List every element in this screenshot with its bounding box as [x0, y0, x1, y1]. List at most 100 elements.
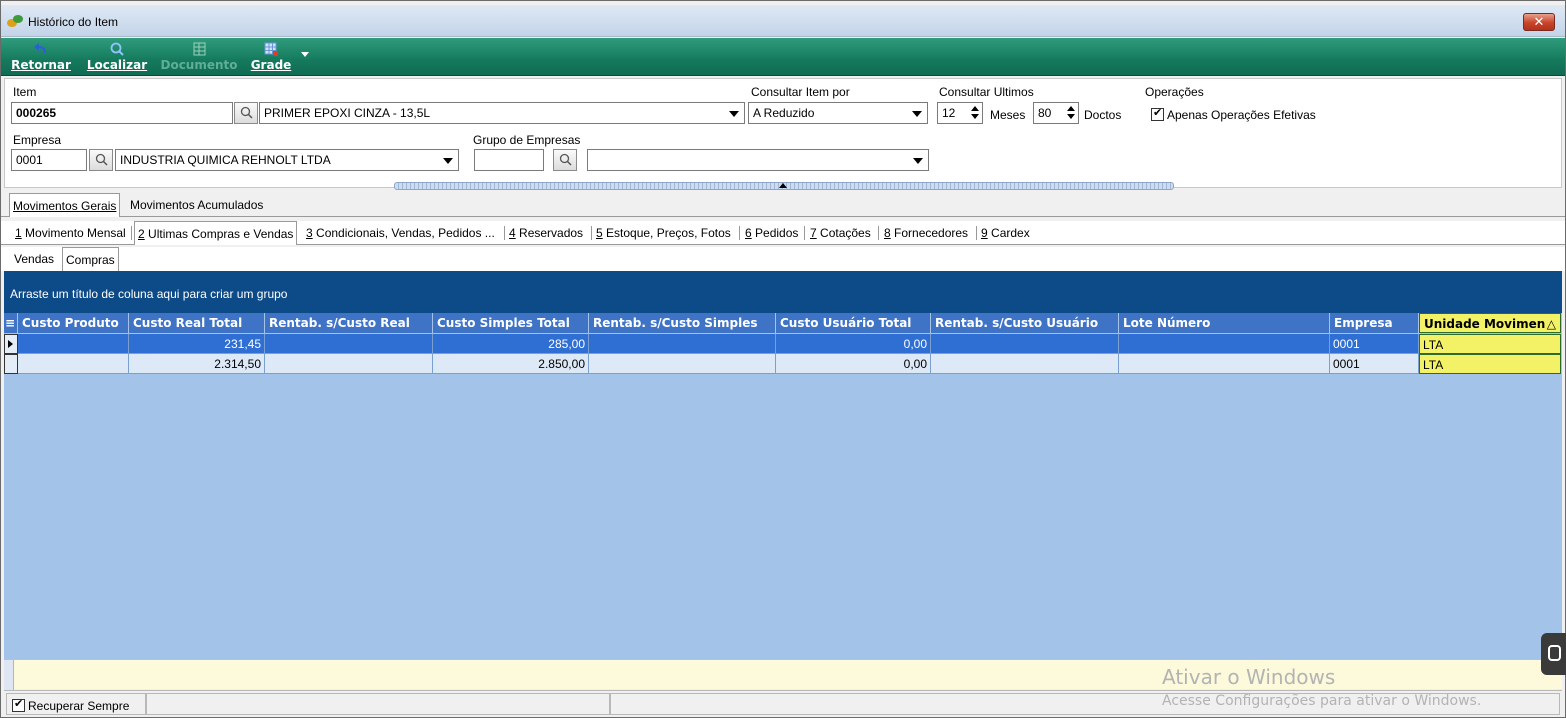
- col-custo-produto[interactable]: Custo Produto: [18, 313, 129, 333]
- collapse-up-icon[interactable]: [779, 183, 787, 188]
- cell-custo-usuario-total: 0,00: [776, 334, 931, 354]
- localizar-button[interactable]: Localizar: [85, 40, 149, 74]
- item-code-input[interactable]: 000265: [11, 102, 233, 124]
- tab-fornecedores[interactable]: 8 Fornecedores: [881, 221, 971, 245]
- window-title: Histórico do Item: [28, 15, 119, 29]
- tab-vendas[interactable]: Vendas: [11, 247, 57, 271]
- stepper-arrows-icon[interactable]: [1067, 105, 1076, 121]
- tab-compras[interactable]: Compras: [62, 247, 119, 271]
- company-name-select[interactable]: INDUSTRIA QUIMICA REHNOLT LTDA: [115, 149, 459, 171]
- col-custo-simples-total[interactable]: Custo Simples Total: [433, 313, 589, 333]
- item-description-select[interactable]: PRIMER EPOXI CINZA - 13,5L: [259, 102, 745, 124]
- documento-label: Documento: [160, 58, 238, 72]
- localizar-label: Localizar: [86, 58, 148, 72]
- tab-separator: [739, 226, 740, 240]
- col-rentab-custo-usuario[interactable]: Rentab. s/Custo Usuário: [931, 313, 1119, 333]
- grid-menu-icon[interactable]: ≡: [4, 313, 18, 333]
- windows-activation-subtitle: Acesse Configurações para ativar o Windo…: [1162, 693, 1482, 709]
- company-search-button[interactable]: [89, 149, 113, 171]
- tab-key: 5: [596, 226, 603, 240]
- side-panel-handle[interactable]: [1541, 633, 1566, 675]
- tab-estoque[interactable]: 5 Estoque, Preços, Fotos: [593, 221, 734, 245]
- tab-key: 2: [138, 227, 145, 241]
- search-icon: [240, 106, 253, 119]
- main-tabs: Movimentos Gerais Movimentos Acumulados: [1, 193, 1565, 217]
- cell-unidade-movimento: LTA: [1419, 354, 1561, 374]
- app-icon: [7, 15, 23, 27]
- only-effective-label: Apenas Operações Efetivas: [1167, 108, 1316, 122]
- cell-rentab-custo-simples: [589, 334, 776, 354]
- item-search-button[interactable]: [234, 102, 258, 124]
- company-group-select[interactable]: [587, 149, 929, 171]
- tab-movimento-mensal[interactable]: 1 Movimento Mensal: [12, 221, 129, 245]
- document-icon: [193, 42, 206, 56]
- tab-cardex[interactable]: 9 Cardex: [978, 221, 1033, 245]
- col-rentab-custo-real[interactable]: Rentab. s/Custo Real: [265, 313, 433, 333]
- cell-custo-real-total: 231,45: [129, 334, 265, 354]
- toolbar-more-dropdown[interactable]: [301, 52, 309, 57]
- close-button[interactable]: ✕: [1523, 13, 1555, 31]
- tab-cotacoes[interactable]: 7 Cotações: [807, 221, 874, 245]
- company-label: Empresa: [13, 133, 62, 147]
- docs-value: 80: [1038, 106, 1052, 120]
- operations-label: Operações: [1145, 85, 1204, 99]
- company-group-search-button[interactable]: [553, 149, 577, 171]
- group-hint: Arraste um título de coluna aqui para cr…: [10, 287, 288, 301]
- cell-custo-simples-total: 285,00: [433, 334, 589, 354]
- only-effective-checkbox[interactable]: [1151, 106, 1164, 121]
- company-group-code-input[interactable]: [474, 149, 544, 171]
- cell-custo-produto: [18, 334, 129, 354]
- consult-by-select[interactable]: A Reduzido: [748, 102, 928, 124]
- tab-key: 9: [981, 226, 988, 240]
- cell-empresa: 0001: [1330, 334, 1419, 354]
- col-unidade-movimento[interactable]: Unidade Movimen △: [1419, 313, 1561, 333]
- col-custo-usuario-total[interactable]: Custo Usuário Total: [776, 313, 931, 333]
- tab-label: Pedidos: [751, 226, 799, 240]
- tab-separator: [504, 226, 505, 240]
- tab-key: 6: [745, 226, 752, 240]
- item-description-value: PRIMER EPOXI CINZA - 13,5L: [264, 106, 431, 120]
- tab-pedidos[interactable]: 6 Pedidos: [742, 221, 801, 245]
- grid-icon: [264, 42, 278, 56]
- grade-button[interactable]: Grade: [247, 40, 295, 74]
- recover-always-label: Recuperar Sempre: [28, 699, 130, 713]
- tab-label: Fornecedores: [890, 226, 969, 240]
- tab-label: Condicionais, Vendas, Pedidos ...: [312, 226, 495, 240]
- sort-ascending-icon: △: [1546, 317, 1556, 331]
- recover-always-checkbox[interactable]: [12, 697, 25, 712]
- group-by-panel[interactable]: Arraste um título de coluna aqui para cr…: [4, 271, 1562, 313]
- col-lote-numero[interactable]: Lote Número: [1119, 313, 1330, 333]
- stepper-arrows-icon[interactable]: [971, 105, 980, 121]
- tab-reservados[interactable]: 4 Reservados: [506, 221, 586, 245]
- cell-rentab-custo-usuario: [931, 334, 1119, 354]
- col-rentab-custo-simples[interactable]: Rentab. s/Custo Simples: [589, 313, 776, 333]
- tab-label: Ultimas Compras e Vendas: [144, 227, 294, 241]
- consult-last-label: Consultar Ultimos: [939, 85, 1034, 99]
- chevron-down-icon: [912, 111, 922, 117]
- cell-custo-real-total: 2.314,50: [129, 354, 265, 374]
- close-icon: ✕: [1533, 14, 1545, 29]
- panel-splitter[interactable]: [394, 182, 1174, 190]
- documento-button[interactable]: Documento: [157, 40, 241, 74]
- retornar-button[interactable]: Retornar: [9, 40, 73, 74]
- col-empresa[interactable]: Empresa: [1330, 313, 1419, 333]
- tab-label: Compras: [66, 253, 115, 267]
- cell-custo-usuario-total: 0,00: [776, 354, 931, 374]
- tab-label: Cotações: [816, 226, 871, 240]
- months-stepper[interactable]: 12: [937, 102, 983, 124]
- cell-lote-numero: [1119, 334, 1330, 354]
- tab-condicionais[interactable]: 3 Condicionais, Vendas, Pedidos ...: [303, 221, 498, 245]
- chevron-down-icon: [913, 158, 923, 164]
- cell-custo-produto: [18, 354, 129, 374]
- company-code-input[interactable]: 0001: [11, 149, 87, 171]
- docs-stepper[interactable]: 80: [1033, 102, 1079, 124]
- tab-ultimas-compras-vendas[interactable]: 2 Ultimas Compras e Vendas: [134, 221, 298, 245]
- col-custo-real-total[interactable]: Custo Real Total: [129, 313, 265, 333]
- tab-movimentos-gerais[interactable]: Movimentos Gerais: [9, 193, 121, 217]
- tab-movimentos-acumulados[interactable]: Movimentos Acumulados: [127, 193, 266, 217]
- search-icon: [110, 42, 124, 56]
- windows-activation-title: Ativar o Windows: [1162, 665, 1336, 689]
- months-label: Meses: [990, 108, 1026, 122]
- search-icon: [95, 153, 108, 166]
- tab-separator: [131, 226, 132, 240]
